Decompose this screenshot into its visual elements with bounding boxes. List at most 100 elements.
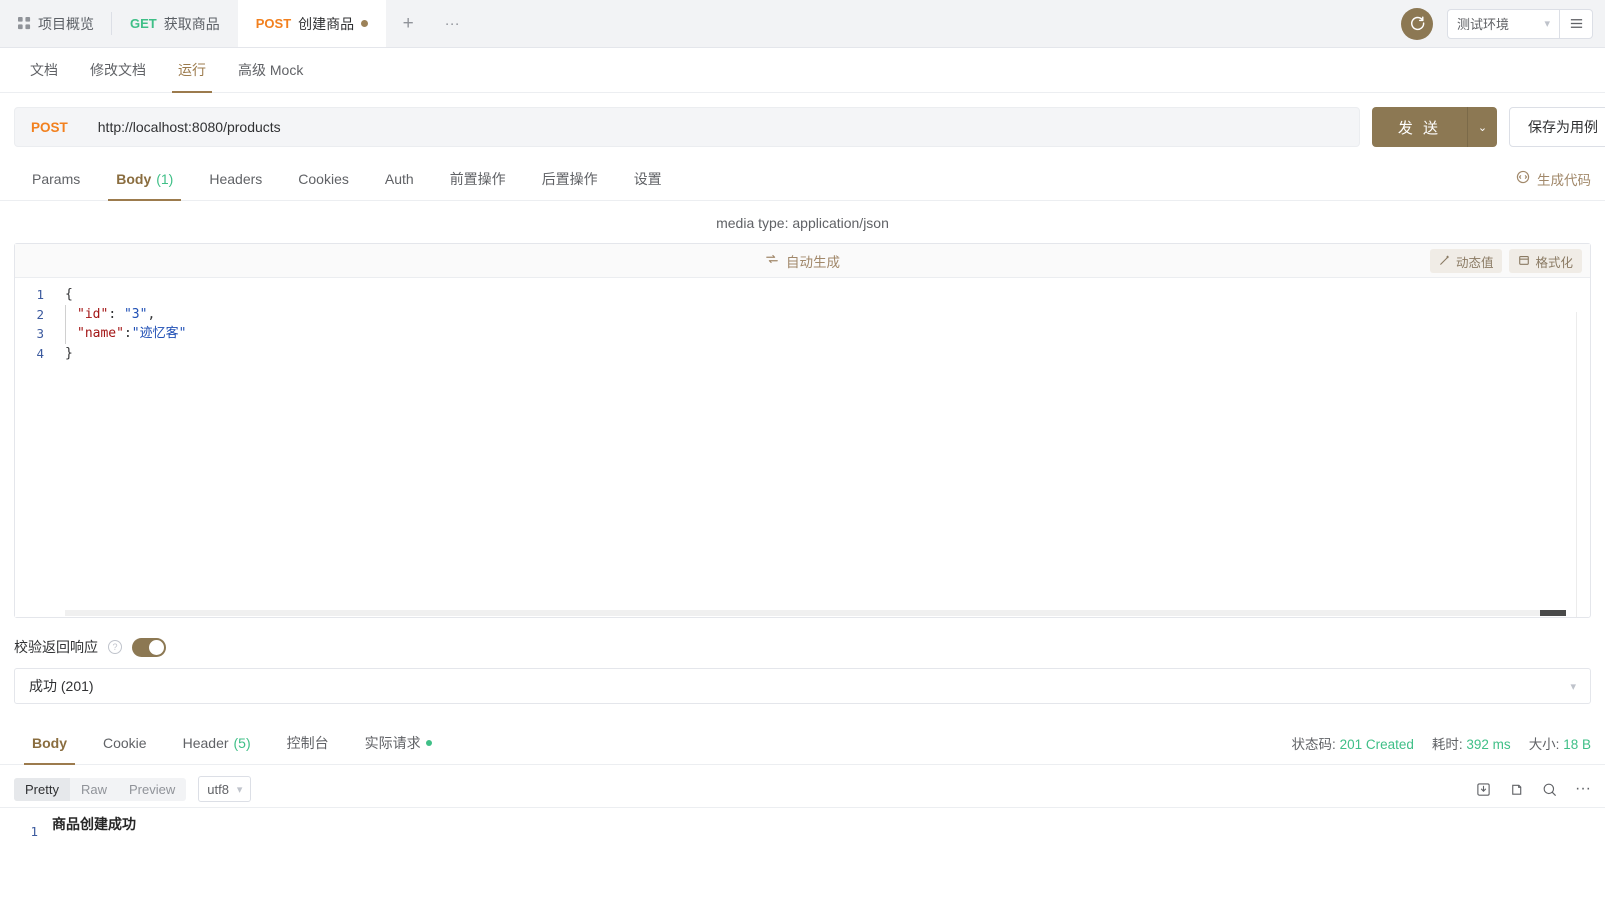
tab-label: 实际请求 bbox=[364, 734, 421, 751]
app-tab-bar: 项目概览 GET 获取商品 POST 创建商品 + ··· 测试环境 ▾ bbox=[0, 0, 1605, 48]
code-token: , bbox=[147, 306, 156, 322]
editor-action-buttons: 动态值 格式化 bbox=[1429, 249, 1582, 273]
response-tab-actual-request[interactable]: 实际请求 bbox=[347, 721, 450, 764]
tab-label: Cookie bbox=[103, 734, 147, 751]
editor-code-lines[interactable]: {"id": "3", "name":"迹忆客"} bbox=[55, 278, 1590, 617]
url-value: http://localhost:8080/products bbox=[97, 119, 281, 135]
tab-count: (5) bbox=[233, 734, 251, 751]
line-number: 3 bbox=[36, 326, 44, 341]
tab-label: Body bbox=[116, 170, 152, 187]
request-url-row: POST http://localhost:8080/products 发 送 … bbox=[0, 93, 1605, 157]
code-line: "name":"迹忆客" bbox=[65, 324, 1590, 344]
view-mode-raw[interactable]: Raw bbox=[70, 778, 118, 801]
more-icon[interactable]: ··· bbox=[1575, 781, 1591, 797]
tab-pre-request[interactable]: 前置操作 bbox=[432, 157, 524, 200]
tab-params[interactable]: Params bbox=[14, 157, 98, 200]
environment-value: 测试环境 bbox=[1457, 17, 1510, 32]
format-icon bbox=[1518, 254, 1530, 269]
send-button[interactable]: 发 送 bbox=[1371, 107, 1467, 147]
validate-response-label: 校验返回响应 bbox=[14, 639, 98, 655]
code-token: : bbox=[123, 326, 132, 341]
line-number: 2 bbox=[36, 306, 44, 322]
tab-project-overview[interactable]: 项目概览 bbox=[0, 0, 112, 47]
chevron-down-icon: ▾ bbox=[1570, 680, 1576, 693]
subnav-item-advanced-mock[interactable]: 高级 Mock bbox=[222, 48, 319, 92]
line-number: 1 bbox=[36, 287, 44, 302]
view-mode-pretty[interactable]: Pretty bbox=[14, 777, 70, 801]
tab-count: (1) bbox=[156, 170, 174, 187]
tab-label: 设置 bbox=[633, 170, 662, 187]
code-line: } bbox=[55, 344, 1590, 364]
tab-get-products[interactable]: GET 获取商品 bbox=[112, 0, 238, 47]
request-method: POST bbox=[31, 119, 68, 135]
subnav-item-edit-doc[interactable]: 修改文档 bbox=[74, 48, 162, 92]
grid-icon bbox=[18, 17, 31, 30]
response-tab-body[interactable]: Body bbox=[14, 721, 85, 765]
send-options-caret-icon[interactable]: ⌄ bbox=[1467, 107, 1497, 147]
expected-response-select[interactable]: 成功 (201) ▾ bbox=[14, 668, 1591, 704]
response-body-content: 1 商品创建成功 bbox=[0, 807, 1605, 842]
save-as-case-button[interactable]: 保存为用例 bbox=[1509, 107, 1605, 147]
subnav-item-doc[interactable]: 文档 bbox=[14, 48, 74, 92]
line-number: 4 bbox=[36, 345, 44, 361]
encoding-select[interactable]: utf8 ▾ bbox=[198, 776, 252, 802]
search-icon[interactable] bbox=[1542, 782, 1557, 797]
json-body-editor: 自动生成 动态值 格式化 1 2 3 4 {"id": "3", "name"… bbox=[14, 243, 1591, 618]
tab-post-request[interactable]: 后置操作 bbox=[524, 157, 616, 200]
subnav-label: 文档 bbox=[30, 62, 58, 78]
url-input[interactable]: POST http://localhost:8080/products bbox=[14, 107, 1360, 147]
status-dot bbox=[425, 739, 432, 746]
tab-headers[interactable]: Headers bbox=[191, 157, 280, 200]
tab-label: 控制台 bbox=[286, 734, 329, 751]
duration-value: 392 ms bbox=[1466, 736, 1511, 752]
code-line: "id": "3", bbox=[65, 304, 1590, 324]
dynamic-value-button[interactable]: 动态值 bbox=[1429, 249, 1503, 273]
response-tab-cookie[interactable]: Cookie bbox=[85, 721, 165, 764]
tab-label: Params bbox=[32, 170, 81, 187]
send-button-group: 发 送 ⌄ bbox=[1371, 107, 1497, 147]
response-tab-header[interactable]: Header (5) bbox=[165, 721, 269, 764]
response-body-actions: ··· bbox=[1476, 781, 1591, 797]
response-line: 商品创建成功 bbox=[52, 816, 136, 832]
tab-label: Body bbox=[32, 734, 67, 751]
hamburger-icon[interactable] bbox=[1559, 8, 1593, 39]
add-tab-button[interactable]: + bbox=[386, 0, 430, 47]
code-token: "迹忆客" bbox=[131, 326, 187, 341]
generate-code-button[interactable]: 生成代码 bbox=[1516, 157, 1605, 200]
status-code-label: 状态码: bbox=[1291, 736, 1336, 752]
editor-line-numbers: 1 2 3 4 bbox=[15, 278, 55, 617]
tab-auth[interactable]: Auth bbox=[367, 157, 432, 200]
size-label: 大小: bbox=[1528, 736, 1560, 752]
subnav-item-run[interactable]: 运行 bbox=[162, 48, 222, 93]
tab-label: 创建商品 bbox=[298, 15, 355, 32]
auto-generate-label: 自动生成 bbox=[786, 254, 840, 270]
response-view-mode-group: Pretty Raw Preview bbox=[14, 777, 187, 801]
code-token: "3" bbox=[123, 306, 148, 322]
tab-create-product[interactable]: POST 创建商品 bbox=[237, 0, 387, 47]
editor-vertical-scrollbar[interactable] bbox=[1576, 312, 1589, 617]
view-mode-preview[interactable]: Preview bbox=[118, 778, 186, 801]
sync-icon bbox=[765, 252, 779, 269]
question-icon[interactable]: ? bbox=[108, 640, 122, 654]
tab-label: Cookies bbox=[298, 170, 349, 187]
download-icon[interactable] bbox=[1476, 782, 1491, 797]
response-tab-console[interactable]: 控制台 bbox=[269, 721, 347, 764]
editor-horizontal-scrollbar[interactable] bbox=[65, 610, 1566, 616]
status-code-meta: 状态码: 201 Created bbox=[1292, 733, 1414, 753]
api-section-nav: 文档 修改文档 运行 高级 Mock bbox=[0, 48, 1605, 93]
duration-meta: 耗时: 392 ms bbox=[1432, 733, 1511, 753]
tab-body[interactable]: Body (1) bbox=[98, 157, 191, 201]
environment-select[interactable]: 测试环境 ▾ bbox=[1447, 8, 1559, 39]
subnav-label: 高级 Mock bbox=[238, 62, 304, 78]
copy-icon[interactable] bbox=[1509, 782, 1524, 797]
format-button[interactable]: 格式化 bbox=[1509, 249, 1582, 273]
refresh-icon[interactable] bbox=[1401, 7, 1433, 40]
tab-cookies[interactable]: Cookies bbox=[280, 157, 367, 200]
auto-generate-button[interactable]: 自动生成 bbox=[765, 251, 840, 271]
tab-method-badge: POST bbox=[255, 16, 292, 31]
code-area[interactable]: 1 2 3 4 {"id": "3", "name":"迹忆客"} bbox=[15, 278, 1590, 617]
code-icon bbox=[1516, 170, 1530, 187]
tab-settings[interactable]: 设置 bbox=[616, 157, 680, 200]
tab-overflow-button[interactable]: ··· bbox=[430, 0, 474, 47]
validate-response-toggle[interactable] bbox=[132, 637, 166, 657]
